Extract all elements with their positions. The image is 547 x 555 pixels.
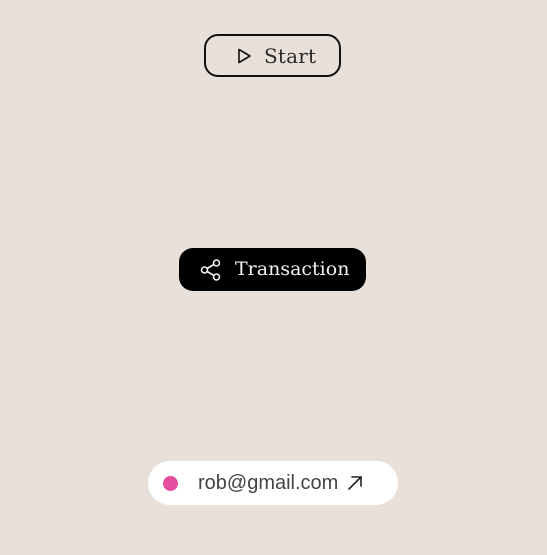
share-icon [199, 258, 223, 282]
play-icon [236, 48, 252, 64]
email-address: rob@gmail.com [198, 472, 339, 494]
status-dot [163, 475, 178, 491]
start-button-label: Start [264, 43, 317, 68]
arrow-up-right-icon [346, 474, 364, 492]
transaction-button-label: Transaction [235, 258, 350, 280]
transaction-button[interactable]: Transaction [179, 248, 366, 291]
email-link[interactable]: rob@gmail.com [148, 461, 398, 505]
start-button[interactable]: Start [204, 34, 341, 77]
